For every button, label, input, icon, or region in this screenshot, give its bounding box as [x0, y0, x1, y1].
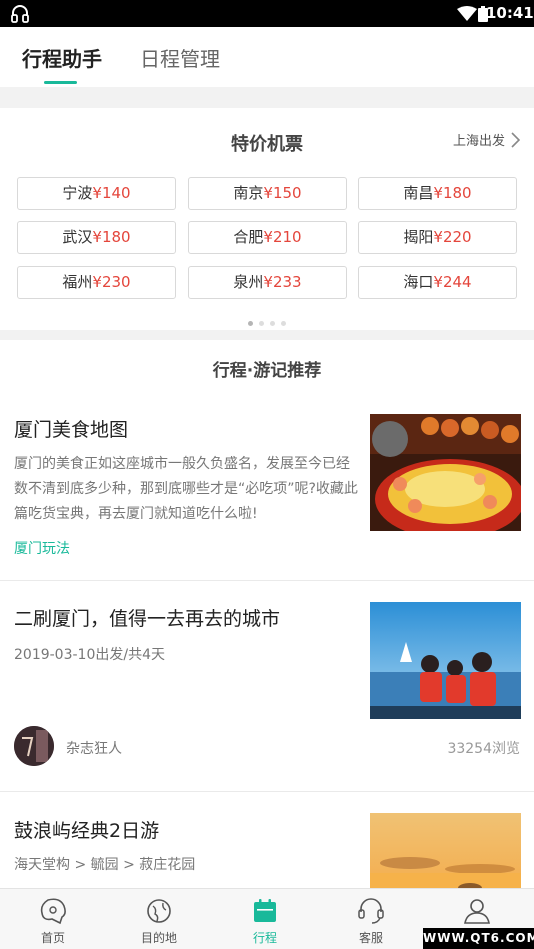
fare-price: ¥150	[263, 184, 302, 202]
travel-photo	[370, 602, 521, 719]
fare-price: ¥244	[433, 273, 472, 291]
nav-label: 目的地	[140, 931, 177, 945]
fare-button-nanchang[interactable]: 南昌¥180	[358, 177, 517, 210]
fare-button-nanjing[interactable]: 南京¥150	[188, 177, 347, 210]
home-icon	[40, 898, 66, 925]
fare-city: 南京	[233, 184, 264, 202]
card-route: 海天堂构 > 毓园 > 菽庄花园	[14, 857, 196, 873]
card-title: 二刷厦门，值得一去再去的城市	[14, 608, 281, 630]
fare-button-ningbo[interactable]: 宁波¥140	[17, 177, 176, 210]
nav-item-customer-service[interactable]: 客服	[318, 889, 424, 949]
itinerary-icon	[254, 899, 276, 922]
departure-label: 上海出发	[452, 134, 505, 149]
nav-item-home[interactable]: 首页	[0, 889, 106, 949]
wifi-icon	[457, 6, 477, 21]
author-avatar[interactable]	[14, 726, 54, 766]
fare-price: ¥180	[433, 184, 472, 202]
site-watermark: WWW.QT6.COM	[423, 928, 534, 949]
author-name[interactable]: 杂志狂人	[66, 738, 122, 758]
fare-button-haikou[interactable]: 海口¥244	[358, 266, 517, 299]
destination-icon	[147, 899, 171, 923]
fare-city: 宁波	[62, 184, 93, 202]
divider	[0, 580, 534, 581]
fare-price: ¥210	[263, 228, 302, 246]
customer-service-icon	[358, 898, 384, 924]
profile-icon	[464, 899, 490, 924]
nav-label: 首页	[40, 931, 65, 945]
carousel-page-indicator	[0, 311, 534, 330]
fare-city: 南昌	[403, 184, 434, 202]
card-description: 厦门的美食正如这座城市一般久负盛名，发展至今已经数不清到底多少种，那到底哪些才是…	[14, 456, 358, 522]
coast-photo	[370, 813, 521, 888]
divider	[0, 791, 534, 792]
fare-price: ¥140	[92, 184, 131, 202]
special-flights-section: 特价机票 上海出发 宁波¥140 南京¥150 南昌¥180 武汉¥180 合肥…	[0, 108, 534, 330]
fare-city: 海口	[403, 273, 434, 291]
fare-city: 福州	[62, 273, 93, 291]
fare-button-hefei[interactable]: 合肥¥210	[188, 221, 347, 254]
nav-item-destination[interactable]: 目的地	[106, 889, 212, 949]
nav-label: 客服	[358, 931, 383, 945]
card-title: 厦门美食地图	[14, 419, 129, 441]
fare-button-quanzhou[interactable]: 泉州¥233	[188, 266, 347, 299]
fare-city: 武汉	[62, 228, 93, 246]
card-title: 鼓浪屿经典2日游	[14, 820, 160, 842]
nav-label: 行程	[252, 931, 277, 945]
fare-price: ¥230	[92, 273, 131, 291]
fare-button-fuzhou[interactable]: 福州¥230	[17, 266, 176, 299]
page-dot[interactable]	[281, 321, 286, 326]
nav-item-itinerary[interactable]: 行程	[212, 889, 318, 949]
recommendation-feed: 行程·游记推荐 厦门美食地图 厦门的美食正如这座城市一般久负盛名，发展至今已经数…	[0, 340, 534, 888]
active-tab-indicator	[44, 81, 77, 84]
fare-button-wuhan[interactable]: 武汉¥180	[17, 221, 176, 254]
fare-city: 合肥	[233, 228, 264, 246]
status-bar: 10:41	[0, 0, 534, 27]
page-dot[interactable]	[248, 321, 253, 326]
fare-price: ¥180	[92, 228, 131, 246]
tab-schedule-management[interactable]: 日程管理	[140, 43, 220, 72]
status-time: 10:41	[486, 4, 534, 22]
fare-price: ¥233	[263, 273, 302, 291]
fare-price: ¥220	[433, 228, 472, 246]
top-tab-bar: 行程助手 日程管理	[0, 27, 534, 87]
fare-city: 揭阳	[403, 228, 434, 246]
card-tag[interactable]: 厦门玩法	[14, 538, 70, 558]
food-photo	[370, 414, 521, 531]
tab-trip-assistant[interactable]: 行程助手	[22, 43, 102, 72]
page-dot[interactable]	[270, 321, 275, 326]
departure-city-selector[interactable]: 上海出发	[453, 130, 520, 149]
fare-button-jieyang[interactable]: 揭阳¥220	[358, 221, 517, 254]
chevron-right-icon	[511, 131, 520, 148]
section-title: 行程·游记推荐	[212, 361, 322, 381]
card-trip-dates: 2019-03-10出发/共4天	[14, 647, 165, 663]
page-dot[interactable]	[259, 321, 264, 326]
fare-city: 泉州	[233, 273, 264, 291]
view-count: 33254浏览	[447, 741, 520, 757]
headset-icon	[11, 5, 29, 23]
